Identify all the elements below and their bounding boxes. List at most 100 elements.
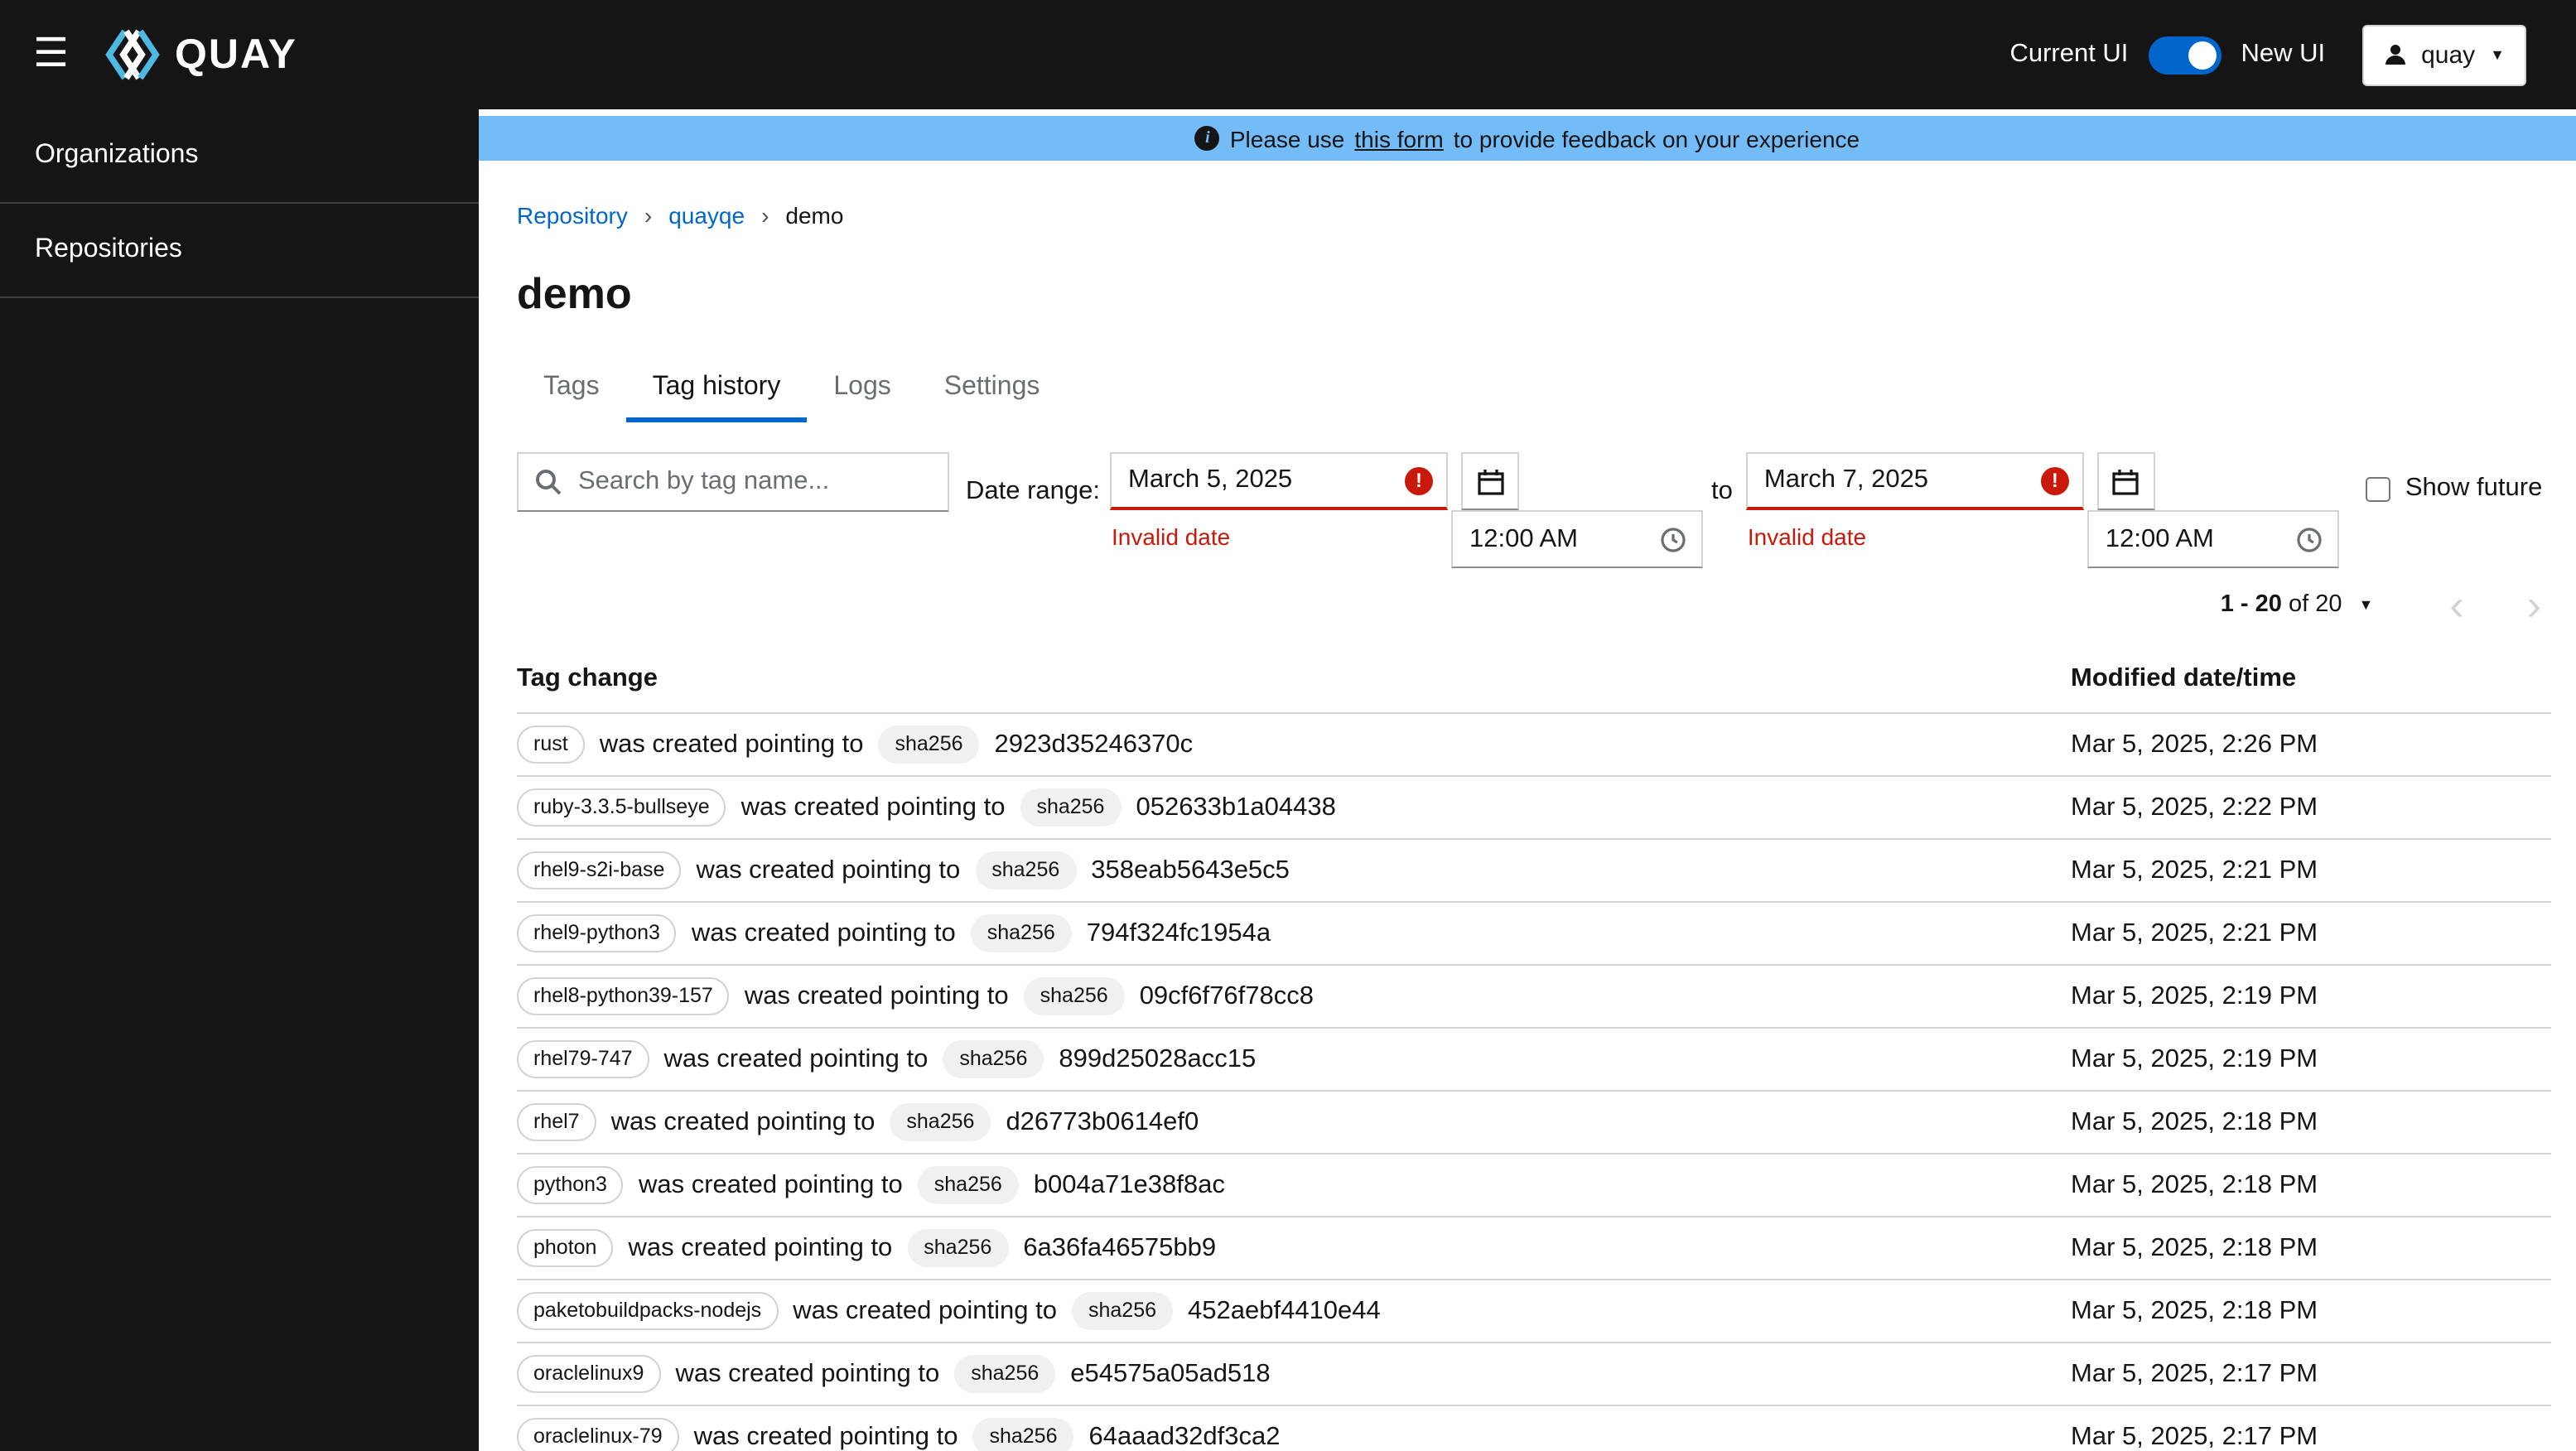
- sha256-badge[interactable]: sha256: [1020, 788, 1122, 827]
- modified-date-cell: Mar 5, 2025, 2:22 PM: [2071, 793, 2318, 821]
- table-row: rhel8-python39-157 was created pointing …: [517, 966, 2551, 1029]
- search-input[interactable]: [517, 452, 949, 512]
- modified-date-cell: Mar 5, 2025, 2:21 PM: [2071, 856, 2318, 884]
- end-date-picker: March 7, 2025 ! Invalid date 12:00 AM: [1745, 452, 2339, 568]
- tag-badge[interactable]: rust: [517, 726, 585, 764]
- tag-history-table-body: rust was created pointing to sha256 2923…: [517, 714, 2551, 1451]
- breadcrumb-link-quayqe[interactable]: quayqe: [668, 202, 745, 229]
- action-text: was created pointing to: [610, 1107, 876, 1135]
- tag-badge[interactable]: rhel9-s2i-base: [517, 851, 682, 889]
- tab-settings[interactable]: Settings: [918, 359, 1067, 422]
- ui-toggle-switch[interactable]: [2148, 36, 2221, 74]
- tag-badge[interactable]: rhel7: [517, 1103, 596, 1141]
- table-row: oraclelinux9 was created pointing to sha…: [517, 1343, 2551, 1406]
- tag-search: [517, 452, 949, 512]
- error-icon: !: [1405, 466, 1433, 494]
- current-ui-label: Current UI: [2009, 40, 2129, 68]
- table-row: rhel9-python3 was created pointing to sh…: [517, 903, 2551, 966]
- modified-date-cell: Mar 5, 2025, 2:19 PM: [2071, 1044, 2318, 1073]
- sha256-badge[interactable]: sha256: [972, 1418, 1074, 1451]
- to-label: to: [1711, 477, 1733, 505]
- tag-change-cell: ruby-3.3.5-bullseye was created pointing…: [517, 788, 2071, 827]
- tag-badge[interactable]: oraclelinux9: [517, 1355, 661, 1393]
- next-page-button[interactable]: ›: [2521, 583, 2548, 626]
- tag-badge[interactable]: rhel9-python3: [517, 914, 677, 952]
- tab-logs[interactable]: Logs: [807, 359, 917, 422]
- filter-toolbar: Date range: March 5, 2025 !: [517, 452, 2551, 568]
- quay-logo[interactable]: QUAY: [102, 28, 297, 81]
- action-text: was created pointing to: [793, 1296, 1057, 1324]
- tag-change-cell: paketobuildpacks-nodejs was created poin…: [517, 1292, 2071, 1330]
- digest-text: 64aaad32df3ca2: [1088, 1422, 1281, 1450]
- sha256-badge[interactable]: sha256: [878, 726, 980, 764]
- nav-toggle-button[interactable]: ☰: [33, 34, 69, 75]
- sha256-badge[interactable]: sha256: [1072, 1292, 1174, 1330]
- tab-tag-history[interactable]: Tag history: [625, 359, 808, 422]
- chevron-right-icon: ›: [761, 202, 769, 229]
- modified-date-cell: Mar 5, 2025, 2:26 PM: [2071, 730, 2318, 758]
- tag-change-cell: python3 was created pointing to sha256 b…: [517, 1166, 2071, 1204]
- action-text: was created pointing to: [744, 981, 1009, 1010]
- main-content: i Please use this form to provide feedba…: [479, 109, 2576, 1451]
- tag-badge[interactable]: python3: [517, 1166, 624, 1204]
- column-header-tag-change: Tag change: [517, 664, 658, 692]
- column-header-modified: Modified date/time: [2071, 664, 2297, 692]
- tag-change-cell: oraclelinux-79 was created pointing to s…: [517, 1418, 2071, 1451]
- sidebar-item-organizations[interactable]: Organizations: [0, 109, 479, 204]
- sha256-badge[interactable]: sha256: [1023, 977, 1125, 1015]
- tag-change-cell: photon was created pointing to sha256 6a…: [517, 1229, 2071, 1267]
- quay-app: ☰ QUAY Current UI New UI quay ▼ Organiza…: [0, 0, 2576, 1451]
- brand-name: QUAY: [175, 31, 297, 77]
- sha256-badge[interactable]: sha256: [954, 1355, 1056, 1393]
- end-date-input[interactable]: March 7, 2025 !: [1745, 452, 2084, 510]
- feedback-form-link[interactable]: this form: [1354, 125, 1443, 152]
- end-date-calendar-button[interactable]: [2096, 452, 2155, 510]
- hamburger-icon: ☰: [33, 31, 70, 76]
- table-row: paketobuildpacks-nodejs was created poin…: [517, 1280, 2551, 1343]
- tag-change-cell: oraclelinux9 was created pointing to sha…: [517, 1355, 2071, 1393]
- pagination-menu-toggle[interactable]: 1 - 20 of 20 ▼: [2221, 591, 2374, 618]
- date-range-label: Date range:: [966, 477, 1100, 505]
- previous-page-button[interactable]: ‹: [2443, 583, 2470, 626]
- table-row: ruby-3.3.5-bullseye was created pointing…: [517, 777, 2551, 840]
- sha256-badge[interactable]: sha256: [890, 1103, 991, 1141]
- modified-date-cell: Mar 5, 2025, 2:18 PM: [2071, 1107, 2318, 1135]
- sha256-badge[interactable]: sha256: [907, 1229, 1009, 1267]
- digest-text: 052633b1a04438: [1136, 793, 1336, 821]
- sidebar-item-repositories[interactable]: Repositories: [0, 204, 479, 298]
- tag-badge[interactable]: rhel8-python39-157: [517, 977, 730, 1015]
- quay-logo-icon: [104, 29, 159, 80]
- show-future-input[interactable]: [2365, 476, 2390, 501]
- start-date-calendar-button[interactable]: [1461, 452, 1519, 510]
- modified-date-cell: Mar 5, 2025, 2:17 PM: [2071, 1422, 2318, 1450]
- action-text: was created pointing to: [696, 856, 961, 884]
- show-future-checkbox[interactable]: Show future: [2365, 474, 2542, 504]
- start-time-input[interactable]: 12:00 AM: [1451, 510, 1703, 568]
- breadcrumb: Repository › quayqe › demo: [517, 202, 2551, 229]
- sha256-badge[interactable]: sha256: [917, 1166, 1019, 1204]
- table-row: python3 was created pointing to sha256 b…: [517, 1155, 2551, 1217]
- tag-badge[interactable]: photon: [517, 1229, 614, 1267]
- banner-text-after: to provide feedback on your experience: [1453, 125, 1860, 152]
- page-body: Repository › quayqe › demo demo Tags Tag…: [479, 161, 2576, 1451]
- tag-badge[interactable]: paketobuildpacks-nodejs: [517, 1292, 779, 1330]
- sha256-badge[interactable]: sha256: [970, 914, 1072, 952]
- tab-tags[interactable]: Tags: [517, 359, 626, 422]
- tag-badge[interactable]: rhel79-747: [517, 1040, 649, 1078]
- table-row: photon was created pointing to sha256 6a…: [517, 1217, 2551, 1280]
- sha256-badge[interactable]: sha256: [975, 851, 1077, 889]
- user-menu-dropdown[interactable]: quay ▼: [2361, 24, 2526, 85]
- table-row: rust was created pointing to sha256 2923…: [517, 714, 2551, 777]
- action-text: was created pointing to: [693, 1422, 958, 1450]
- action-text: was created pointing to: [638, 1170, 903, 1198]
- feedback-banner: i Please use this form to provide feedba…: [479, 116, 2576, 161]
- start-date-input[interactable]: March 5, 2025 !: [1110, 452, 1448, 510]
- end-time-input[interactable]: 12:00 AM: [2086, 510, 2339, 568]
- tag-badge[interactable]: ruby-3.3.5-bullseye: [517, 788, 726, 827]
- sha256-badge[interactable]: sha256: [943, 1040, 1044, 1078]
- tag-badge[interactable]: oraclelinux-79: [517, 1418, 679, 1451]
- breadcrumb-link-repository[interactable]: Repository: [517, 202, 628, 229]
- user-icon: [2385, 45, 2405, 65]
- error-icon: !: [2040, 466, 2069, 494]
- modified-date-cell: Mar 5, 2025, 2:18 PM: [2071, 1170, 2318, 1198]
